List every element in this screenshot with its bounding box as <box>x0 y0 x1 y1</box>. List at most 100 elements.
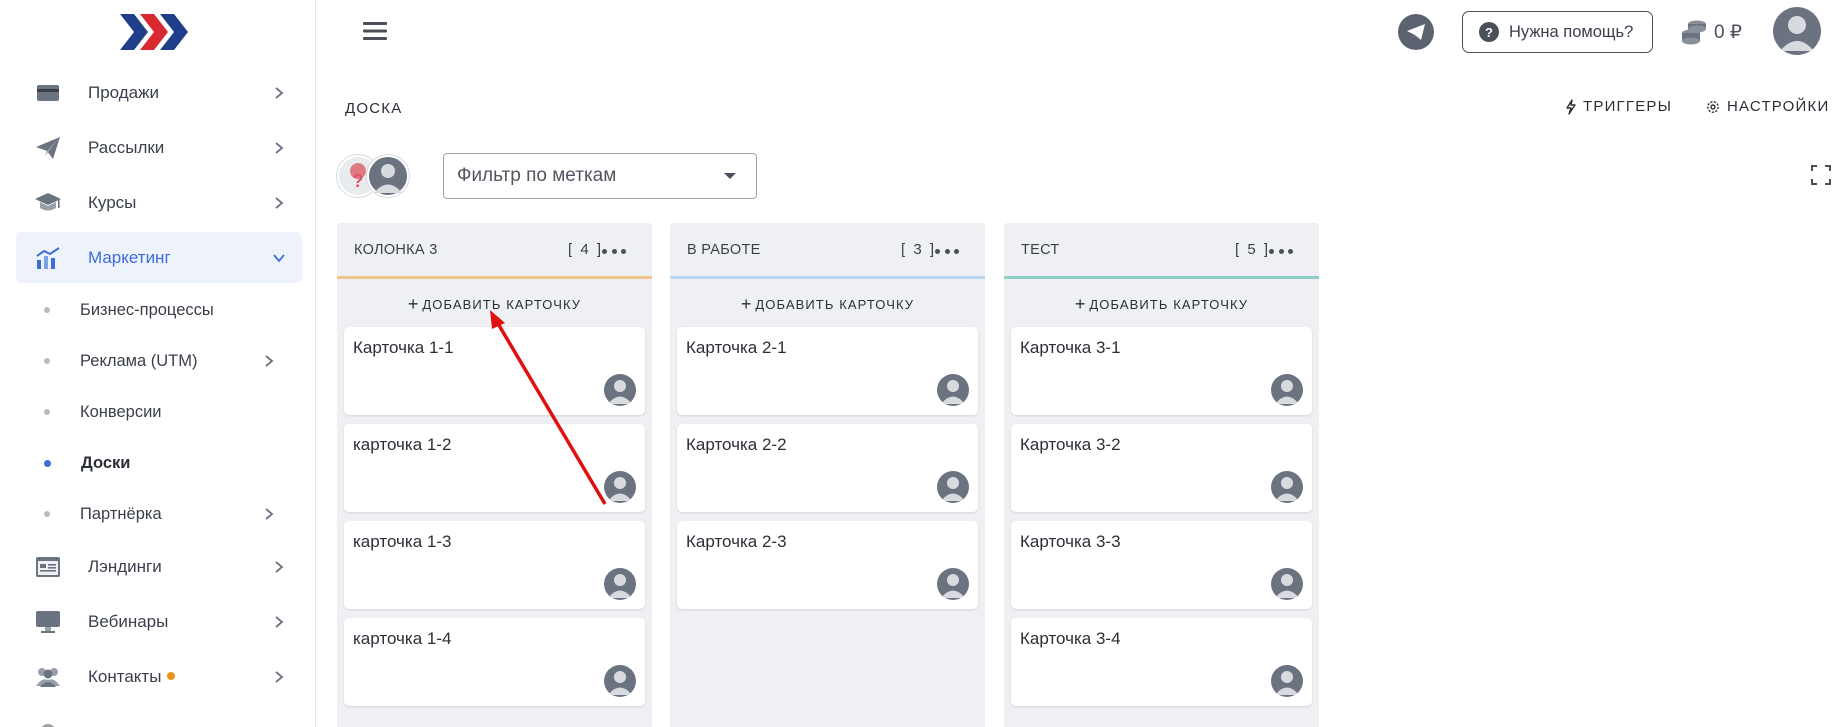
bullet-icon <box>44 409 50 415</box>
plus-icon: + <box>1074 294 1086 314</box>
balance-value: 0 ₽ <box>1714 21 1742 43</box>
board-column-kolonka-3: КОЛОНКА 3 [ 4 ] + ДОБАВИТЬ КАРТОЧКУ Карточка… <box>337 223 652 727</box>
fullscreen-icon[interactable] <box>1810 164 1832 186</box>
more-dots-icon[interactable] <box>935 240 959 262</box>
sidebar-item-label: Лэндинги <box>88 556 162 576</box>
board-card[interactable]: Карточка 3-1 <box>1011 327 1312 415</box>
card-assignee-avatar[interactable] <box>1271 471 1303 503</box>
svg-text:?: ? <box>353 171 364 191</box>
board-card[interactable]: карточка 1-3 <box>344 521 645 609</box>
chevron-right-icon <box>268 192 290 214</box>
card-title: карточка 1-2 <box>353 435 452 454</box>
card-assignee-avatar[interactable] <box>604 471 636 503</box>
board-card[interactable]: Карточка 3-3 <box>1011 521 1312 609</box>
sidebar-item-courses[interactable]: Курсы <box>16 177 302 228</box>
column-header: КОЛОНКА 3 [ 4 ] <box>337 223 652 279</box>
sidebar-item-marketing[interactable]: Маркетинг <box>16 232 302 283</box>
sidebar-item-label: Продажи <box>88 82 159 102</box>
card-assignee-avatar[interactable] <box>1271 374 1303 406</box>
board-card[interactable]: Карточка 2-1 <box>677 327 978 415</box>
column-title[interactable]: ТЕСТ <box>1021 242 1060 258</box>
column-title[interactable]: В РАБОТЕ <box>687 242 761 258</box>
notification-dot <box>167 672 176 681</box>
sidebar-item-partial[interactable] <box>16 706 302 727</box>
user-icon <box>1275 574 1299 598</box>
sidebar-subitem-partner[interactable]: Партнёрка <box>16 490 302 538</box>
landing-page-icon <box>34 553 62 581</box>
card-assignee-avatar[interactable] <box>604 665 636 697</box>
card-title: карточка 1-4 <box>353 629 452 648</box>
lightning-icon <box>1566 98 1576 115</box>
page-title: ДОСКА <box>345 100 403 117</box>
column-card-count: [ 3 ] <box>901 241 937 258</box>
tag-filter-placeholder: Фильтр по меткам <box>457 165 617 186</box>
triggers-label: ТРИГГЕРЫ <box>1583 98 1673 115</box>
card-assignee-avatar[interactable] <box>937 374 969 406</box>
chevron-right-icon <box>268 556 290 578</box>
users-icon <box>34 663 62 691</box>
user-icon <box>1275 380 1299 404</box>
sidebar-subitem-ads-utm[interactable]: Реклама (UTM) <box>16 337 302 385</box>
card-title: Карточка 2-3 <box>686 532 787 551</box>
sidebar-subitem-boards[interactable]: Доски <box>16 439 302 487</box>
hamburger-menu-icon[interactable] <box>360 16 390 46</box>
assignee-avatar[interactable] <box>367 155 409 197</box>
graduation-cap-icon <box>34 189 62 217</box>
add-card-button[interactable]: + ДОБАВИТЬ КАРТОЧКУ <box>1004 291 1319 317</box>
user-icon <box>608 574 632 598</box>
sidebar-item-contacts[interactable]: Контакты <box>16 651 302 702</box>
card-assignee-avatar[interactable] <box>937 471 969 503</box>
sidebar-item-label: Маркетинг <box>88 247 171 267</box>
sidebar: Продажи Рассылки Курсы Маркетинг Бизнес-… <box>0 0 316 727</box>
card-title: Карточка 3-4 <box>1020 629 1121 648</box>
board-card[interactable]: Карточка 2-2 <box>677 424 978 512</box>
chevron-down-icon <box>268 247 290 269</box>
card-assignee-avatar[interactable] <box>937 568 969 600</box>
board-column-test: ТЕСТ [ 5 ] + ДОБАВИТЬ КАРТОЧКУ Карточка 3-1 К… <box>1004 223 1319 727</box>
settings-button[interactable]: НАСТРОЙКИ <box>1705 98 1829 115</box>
sidebar-subitem-conversions[interactable]: Конверсии <box>16 388 302 436</box>
column-header: В РАБОТЕ [ 3 ] <box>670 223 985 279</box>
card-title: Карточка 2-1 <box>686 338 787 357</box>
board-card[interactable]: Карточка 2-3 <box>677 521 978 609</box>
sidebar-item-sales[interactable]: Продажи <box>16 67 302 118</box>
user-avatar[interactable] <box>1773 7 1821 55</box>
sidebar-item-landings[interactable]: Лэндинги <box>16 541 302 592</box>
tag-filter-select[interactable]: Фильтр по меткам <box>443 153 757 199</box>
board-card[interactable]: Карточка 3-4 <box>1011 618 1312 706</box>
add-card-button[interactable]: + ДОБАВИТЬ КАРТОЧКУ <box>337 291 652 317</box>
sidebar-subitem-label: Партнёрка <box>80 504 162 523</box>
user-icon <box>941 574 965 598</box>
sidebar-item-mailings[interactable]: Рассылки <box>16 122 302 173</box>
board-card[interactable]: Карточка 1-1 <box>344 327 645 415</box>
paper-plane-icon <box>34 134 62 162</box>
more-dots-icon[interactable] <box>1269 240 1293 262</box>
column-title[interactable]: КОЛОНКА 3 <box>354 242 438 258</box>
telegram-icon <box>1407 24 1425 40</box>
sidebar-subitem-label: Бизнес-процессы <box>80 300 214 319</box>
balance[interactable]: 0 ₽ <box>1680 18 1742 46</box>
telegram-button[interactable] <box>1398 14 1434 50</box>
triggers-button[interactable]: ТРИГГЕРЫ <box>1565 98 1672 115</box>
card-assignee-avatar[interactable] <box>604 374 636 406</box>
card-title: Карточка 3-1 <box>1020 338 1121 357</box>
sidebar-subitem-business-processes[interactable]: Бизнес-процессы <box>16 286 302 334</box>
question-icon: ? <box>1479 22 1499 42</box>
card-assignee-avatar[interactable] <box>1271 665 1303 697</box>
coins-icon <box>1682 20 1706 45</box>
more-dots-icon[interactable] <box>602 240 626 262</box>
board-card[interactable]: Карточка 3-2 <box>1011 424 1312 512</box>
card-assignee-avatar[interactable] <box>604 568 636 600</box>
help-button[interactable]: ? Нужна помощь? <box>1462 11 1653 53</box>
column-header: ТЕСТ [ 5 ] <box>1004 223 1319 279</box>
logo-icon[interactable] <box>118 10 190 54</box>
sidebar-item-webinars[interactable]: Вебинары <box>16 596 302 647</box>
card-assignee-avatar[interactable] <box>1271 568 1303 600</box>
add-card-button[interactable]: + ДОБАВИТЬ КАРТОЧКУ <box>670 291 985 317</box>
board-card[interactable]: карточка 1-2 <box>344 424 645 512</box>
user-icon <box>374 164 402 193</box>
board-card[interactable]: карточка 1-4 <box>344 618 645 706</box>
user-icon <box>608 477 632 501</box>
sidebar-subitem-label: Конверсии <box>80 402 162 421</box>
user-filter-avatars[interactable]: ? <box>337 155 413 197</box>
